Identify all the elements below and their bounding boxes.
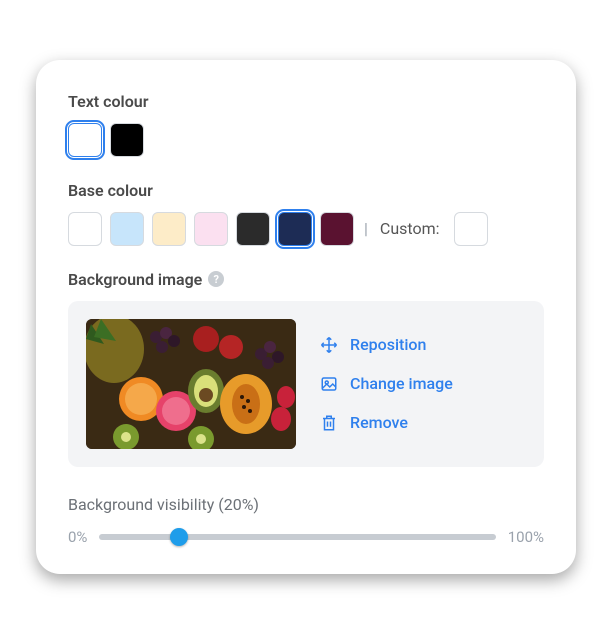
custom-separator: | — [364, 219, 368, 238]
background-image-thumbnail[interactable] — [86, 319, 296, 449]
base-colour-swatch-4[interactable] — [194, 212, 228, 246]
base-colour-swatch-3[interactable] — [152, 212, 186, 246]
text-colour-swatch-black[interactable] — [110, 123, 144, 157]
base-colour-swatch-7[interactable] — [320, 212, 354, 246]
slider-max-label: 100% — [508, 528, 544, 546]
change-image-button[interactable]: Change image — [320, 374, 453, 393]
slider-min-label: 0% — [68, 528, 87, 546]
remove-button[interactable]: Remove — [320, 413, 453, 432]
help-icon[interactable]: ? — [208, 271, 224, 287]
background-image-panel: Reposition Change image Remove — [68, 301, 544, 467]
custom-colour-label: Custom: — [380, 219, 440, 238]
text-colour-swatches — [68, 123, 544, 157]
text-colour-swatch-white[interactable] — [68, 123, 102, 157]
base-colour-swatch-1[interactable] — [68, 212, 102, 246]
reposition-button[interactable]: Reposition — [320, 335, 453, 354]
image-icon — [320, 375, 338, 393]
change-image-label: Change image — [350, 374, 453, 393]
visibility-slider-row: 0% 100% — [68, 528, 544, 546]
text-colour-label: Text colour — [68, 92, 544, 111]
background-image-label: Background image ? — [68, 270, 544, 289]
appearance-panel: Text colour Base colour | Custom: Backgr… — [36, 60, 576, 574]
visibility-slider[interactable] — [99, 528, 495, 546]
reposition-label: Reposition — [350, 335, 426, 354]
base-colour-swatches: | Custom: — [68, 212, 544, 246]
base-colour-swatch-2[interactable] — [110, 212, 144, 246]
background-visibility-label: Background visibility (20%) — [68, 495, 544, 514]
move-icon — [320, 336, 338, 354]
base-colour-swatch-5[interactable] — [236, 212, 270, 246]
custom-colour-swatch[interactable] — [454, 212, 488, 246]
slider-track — [99, 534, 495, 540]
background-image-label-text: Background image — [68, 270, 202, 289]
base-colour-label: Base colour — [68, 181, 544, 200]
remove-label: Remove — [350, 413, 408, 432]
trash-icon — [320, 414, 338, 432]
background-image-actions: Reposition Change image Remove — [320, 319, 453, 449]
base-colour-swatch-6[interactable] — [278, 212, 312, 246]
slider-thumb[interactable] — [170, 528, 188, 546]
